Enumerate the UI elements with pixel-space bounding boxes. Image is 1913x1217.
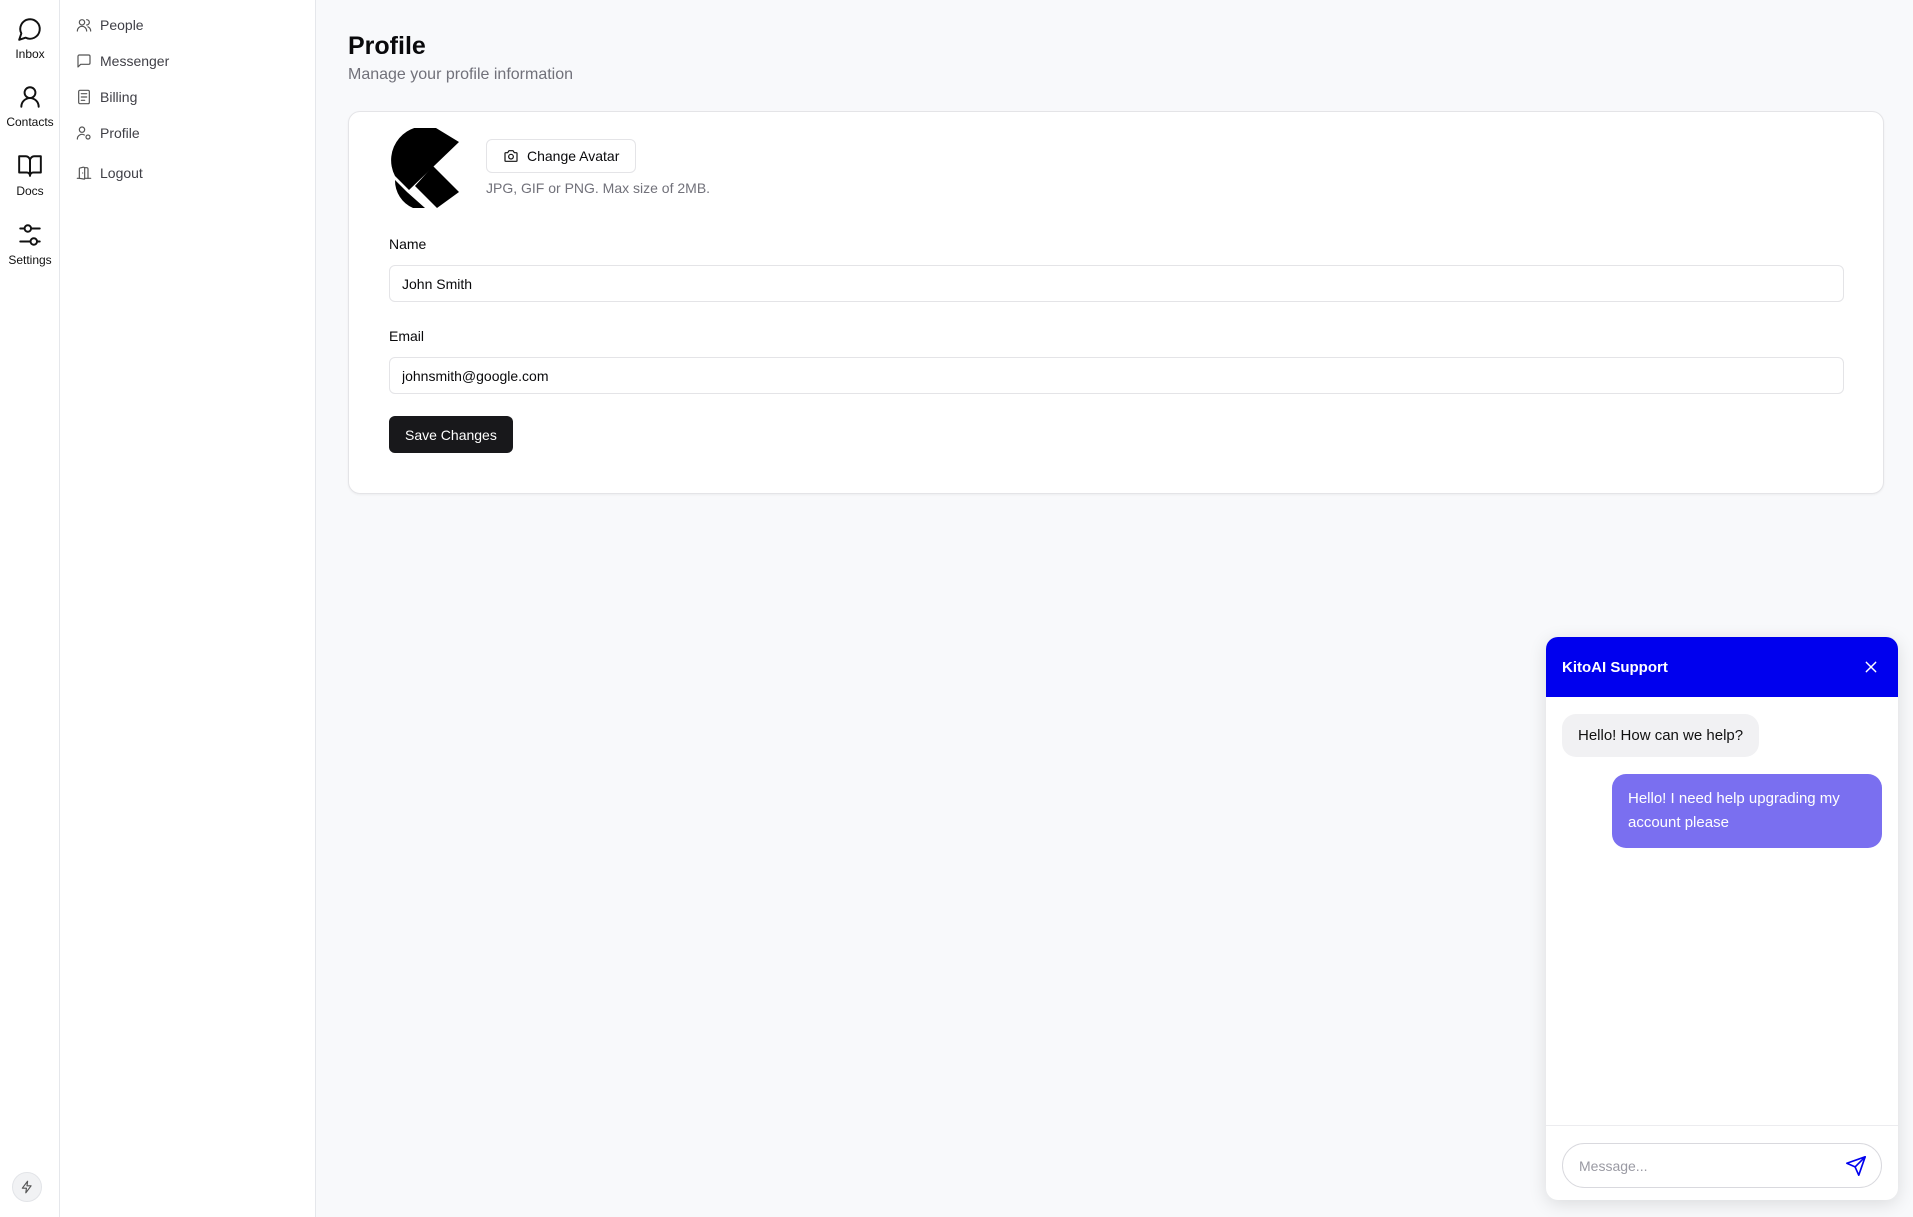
avatar bbox=[391, 128, 459, 208]
change-avatar-button[interactable]: Change Avatar bbox=[486, 139, 637, 173]
user-cog-icon bbox=[76, 126, 91, 140]
email-field[interactable] bbox=[389, 357, 1844, 394]
subnav-item-profile[interactable]: Profile bbox=[76, 121, 140, 145]
close-icon bbox=[1865, 661, 1877, 673]
rail-item-label: Settings bbox=[8, 253, 52, 267]
message-square-icon bbox=[77, 54, 91, 68]
bolt-icon bbox=[21, 1180, 32, 1194]
send-icon[interactable] bbox=[1845, 1155, 1867, 1177]
subnav-item-label: Profile bbox=[100, 125, 140, 141]
settings-subnav: People Messenger Billing Profile Logout bbox=[60, 0, 316, 1217]
rail-item-contacts[interactable]: Contacts bbox=[0, 84, 60, 129]
email-label: Email bbox=[389, 328, 425, 344]
rail-item-inbox[interactable]: Inbox bbox=[0, 16, 60, 61]
chat-input-wrapper bbox=[1562, 1143, 1882, 1188]
subnav-item-logout[interactable]: Logout bbox=[76, 161, 143, 185]
name-label: Name bbox=[389, 236, 427, 252]
subnav-item-label: Logout bbox=[100, 165, 143, 181]
change-avatar-label: Change Avatar bbox=[527, 148, 620, 164]
receipt-icon bbox=[78, 89, 90, 105]
subnav-item-messenger[interactable]: Messenger bbox=[76, 49, 169, 73]
subnav-item-people[interactable]: People bbox=[76, 13, 144, 37]
book-open-icon bbox=[18, 155, 42, 177]
sliders-icon bbox=[19, 224, 41, 246]
name-field[interactable] bbox=[389, 265, 1844, 302]
subnav-item-billing[interactable]: Billing bbox=[76, 85, 137, 109]
chat-footer bbox=[1546, 1125, 1898, 1200]
icon-rail: Inbox Contacts Docs Settings bbox=[0, 0, 60, 1217]
chat-header: KitoAI Support bbox=[1546, 637, 1898, 697]
support-chat-widget: KitoAI Support Hello! How can we help? H… bbox=[1546, 637, 1898, 1200]
subnav-item-label: People bbox=[100, 17, 144, 33]
rail-item-settings[interactable]: Settings bbox=[0, 222, 60, 267]
bot-message: Hello! How can we help? bbox=[1562, 714, 1760, 757]
rail-item-docs[interactable]: Docs bbox=[0, 153, 60, 198]
chat-message-input[interactable] bbox=[1579, 1157, 1845, 1174]
chat-title: KitoAI Support bbox=[1562, 658, 1668, 676]
user-icon bbox=[20, 86, 40, 108]
avatar-hint: JPG, GIF or PNG. Max size of 2MB. bbox=[486, 180, 711, 196]
user-message: Hello! I need help upgrading my account … bbox=[1612, 774, 1882, 848]
page-title: Profile bbox=[348, 32, 426, 60]
subnav-item-label: Messenger bbox=[100, 53, 170, 69]
rail-item-label: Docs bbox=[16, 184, 44, 198]
save-changes-button[interactable]: Save Changes bbox=[389, 416, 513, 453]
message-circle-icon bbox=[18, 18, 41, 41]
rail-item-label: Contacts bbox=[6, 115, 54, 129]
quick-action-button[interactable] bbox=[12, 1172, 42, 1202]
camera-icon bbox=[504, 150, 518, 162]
users-icon bbox=[76, 19, 92, 32]
subnav-item-label: Billing bbox=[100, 89, 138, 105]
close-chat-button[interactable] bbox=[1860, 656, 1882, 678]
page-subtitle: Manage your profile information bbox=[348, 66, 574, 83]
door-icon bbox=[76, 166, 92, 180]
rail-item-label: Inbox bbox=[15, 47, 45, 61]
profile-card: Change Avatar JPG, GIF or PNG. Max size … bbox=[348, 111, 1884, 494]
